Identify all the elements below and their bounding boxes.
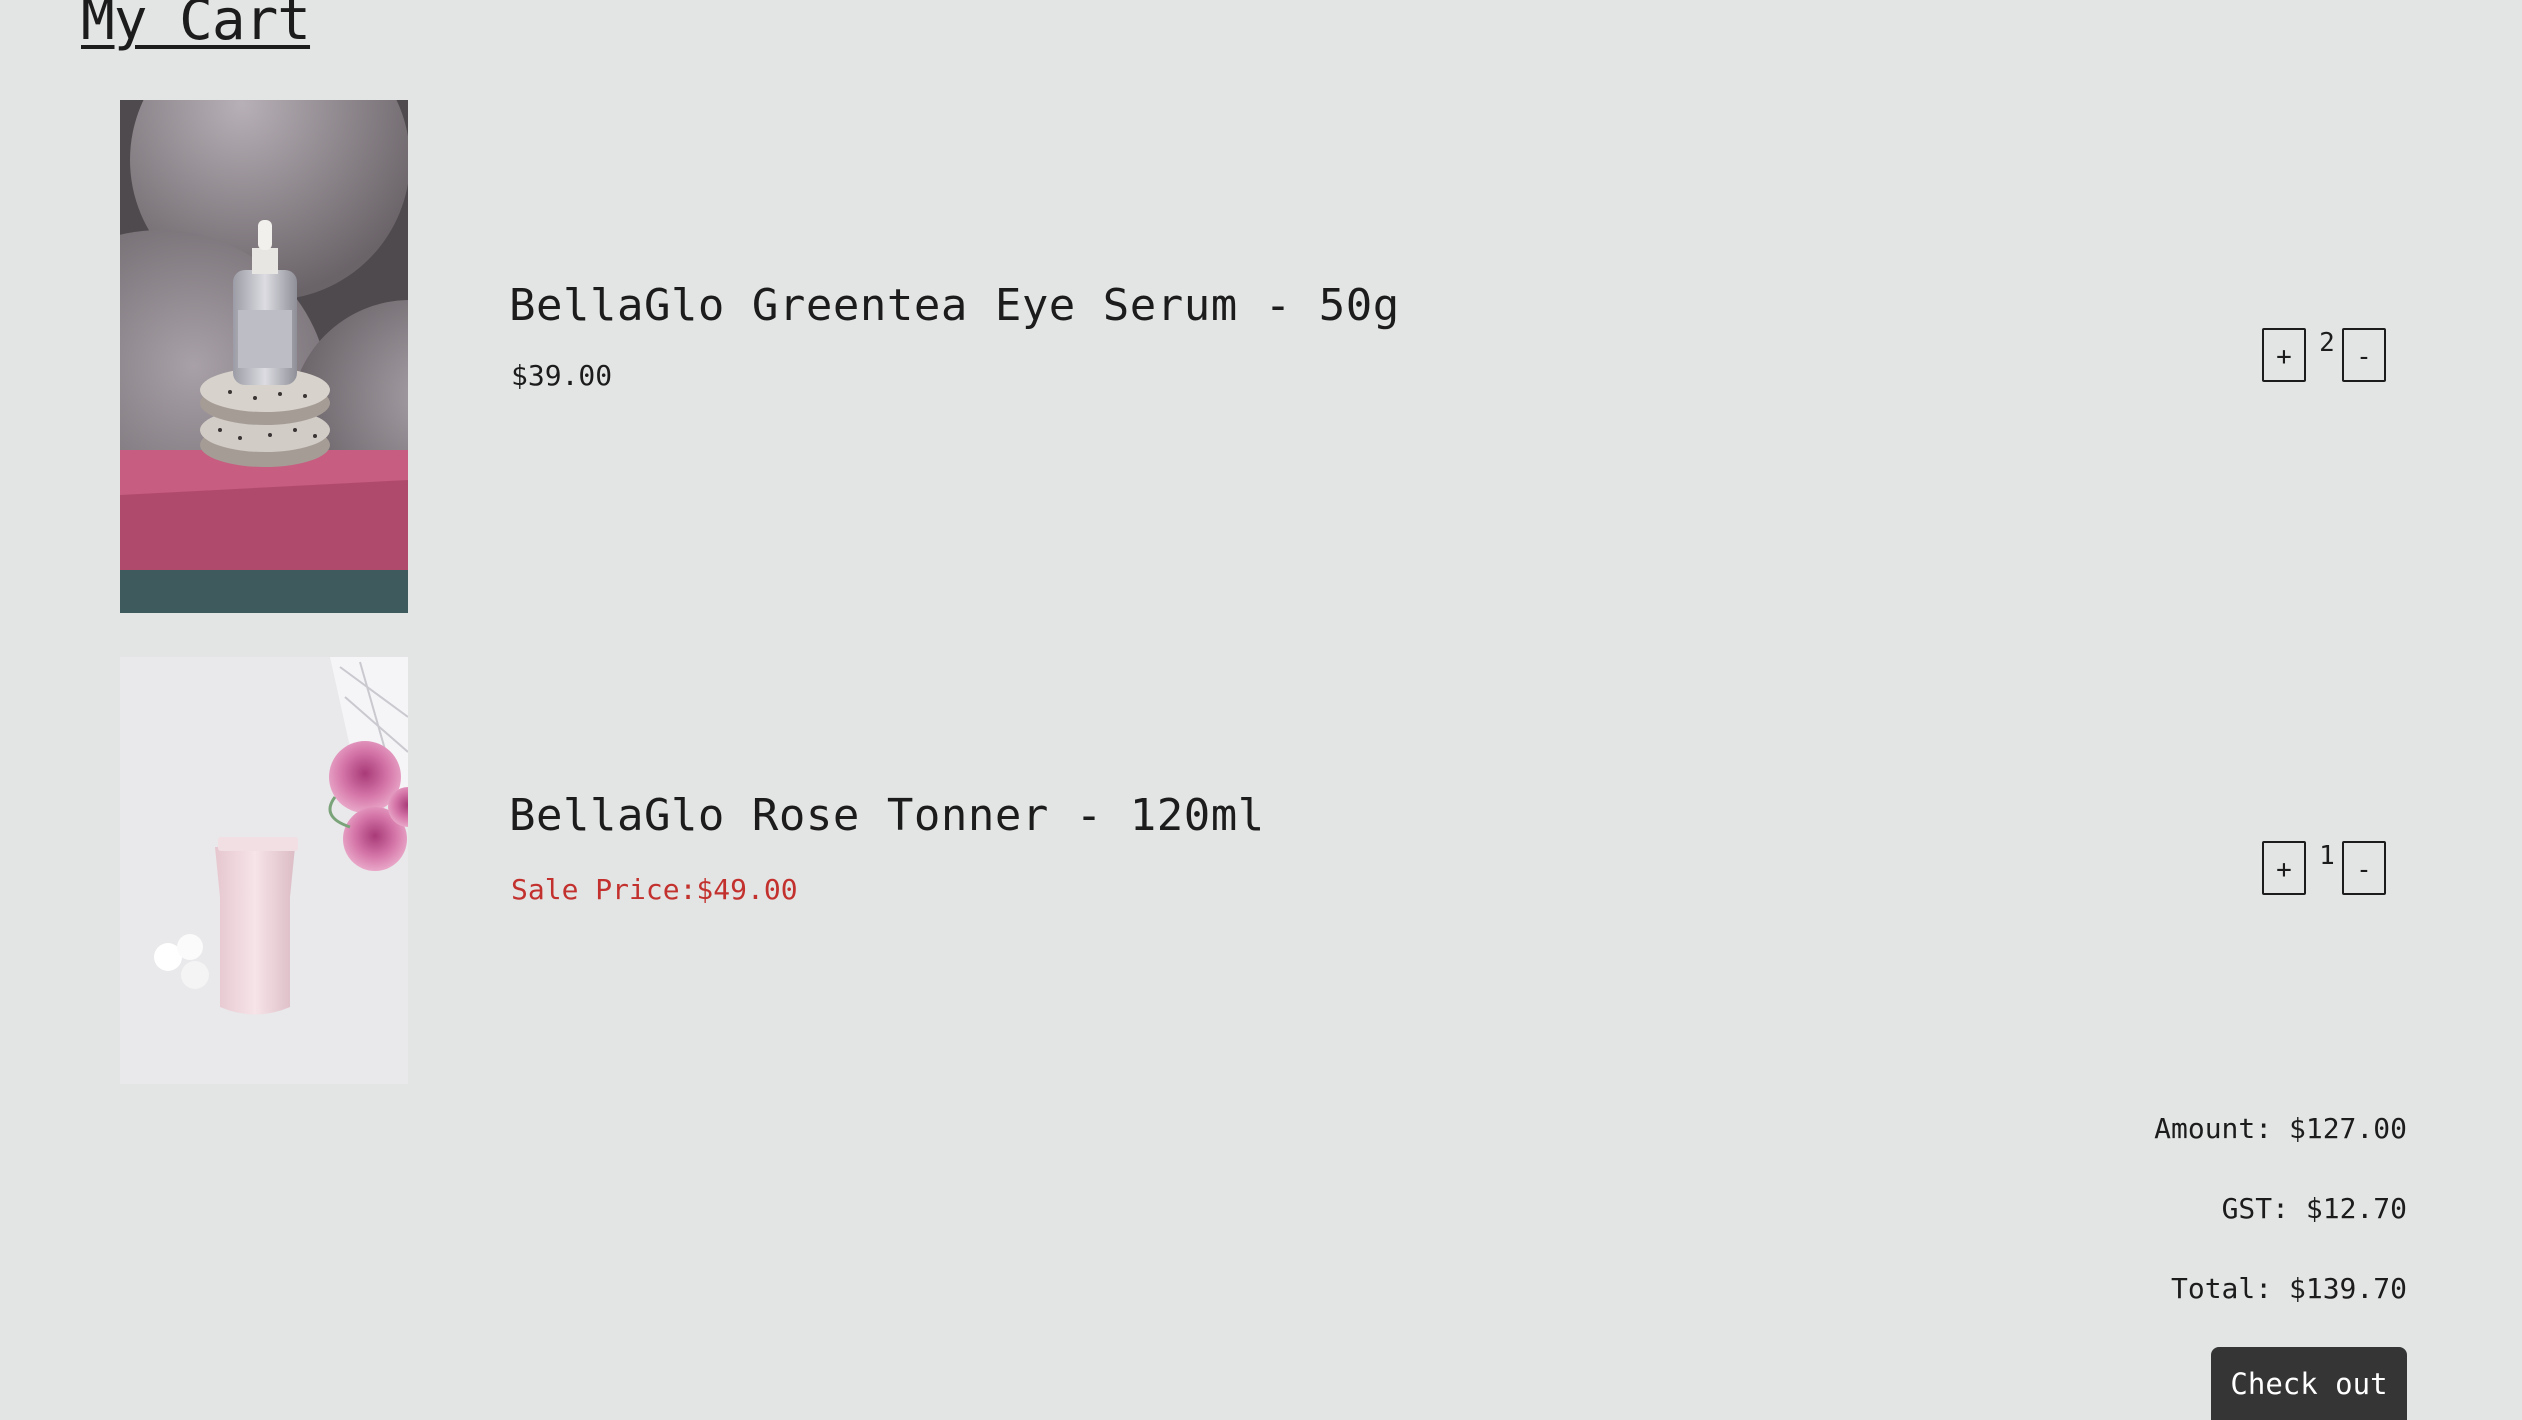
increase-quantity-button[interactable]: + <box>2262 841 2306 895</box>
sale-price: Sale Price:$49.00 <box>511 873 798 906</box>
product-image-eye-serum <box>120 100 408 613</box>
quantity-stepper: + 2 - <box>2262 328 2392 386</box>
cart-item: BellaGlo Greentea Eye Serum - 50g $39.00… <box>0 100 2522 613</box>
quantity-stepper: + 1 - <box>2262 841 2392 899</box>
quantity-value: 1 <box>2319 841 2335 871</box>
decrease-quantity-button[interactable]: - <box>2342 328 2386 382</box>
amount-summary: Amount: $127.00 <box>2154 1112 2407 1145</box>
total-summary: Total: $139.70 <box>2170 1272 2407 1305</box>
product-name[interactable]: BellaGlo Rose Tonner - 120ml <box>509 790 1265 841</box>
product-name[interactable]: BellaGlo Greentea Eye Serum - 50g <box>509 280 1400 331</box>
checkout-button[interactable]: Check out <box>2211 1347 2407 1420</box>
product-image-rose-tonner <box>120 657 408 1084</box>
increase-quantity-button[interactable]: + <box>2262 328 2306 382</box>
product-price: $39.00 <box>511 359 613 392</box>
quantity-value: 2 <box>2319 328 2335 358</box>
decrease-quantity-button[interactable]: - <box>2342 841 2386 895</box>
page-title: My Cart <box>81 0 311 53</box>
cart-item: BellaGlo Rose Tonner - 120ml Sale Price:… <box>0 657 2522 1084</box>
gst-summary: GST: $12.70 <box>2221 1192 2407 1225</box>
